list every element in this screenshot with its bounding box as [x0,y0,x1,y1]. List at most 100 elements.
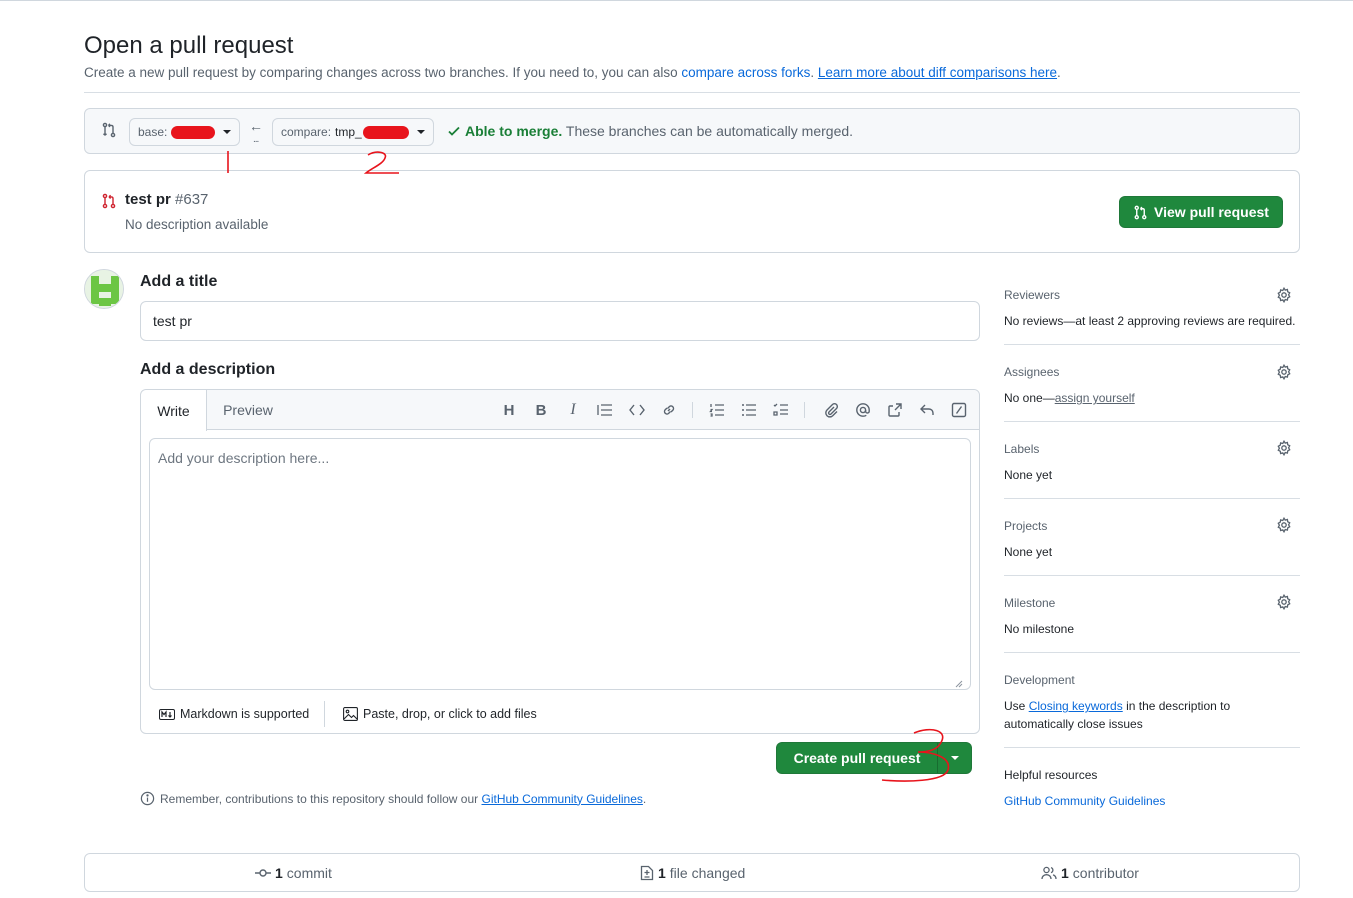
comparison-stats: 1 commit 1 file changed 1 contributor [84,853,1300,892]
toolbar-divider [804,402,805,418]
slash-commands-icon[interactable] [950,401,968,419]
paperclip-icon[interactable] [822,401,840,419]
commits-tab[interactable]: 1 commit [255,865,332,881]
reviewers-value: No reviews—at least 2 approving reviews … [1004,314,1296,328]
view-pull-request-button[interactable]: View pull request [1119,196,1283,228]
labels-heading[interactable]: Labels [1004,442,1039,456]
existing-pr-title[interactable]: test pr #637 [125,191,208,208]
contributors-tab[interactable]: 1 contributor [1041,865,1139,881]
top-border [0,0,1353,1]
sidebar-milestone: Milestone No milestone [1004,576,1300,653]
helpful-guidelines-link[interactable]: GitHub Community Guidelines [1004,794,1165,808]
compare-label: compare: [281,125,332,139]
subtitle-end: . [1057,65,1061,80]
gear-icon[interactable] [1276,287,1292,303]
sidebar-projects: Projects None yet [1004,499,1300,576]
contributors-label: contributor [1072,865,1139,881]
milestone-heading[interactable]: Milestone [1004,596,1055,610]
gear-icon[interactable] [1276,440,1292,456]
resize-handle-icon[interactable] [955,680,963,688]
cross-reference-icon[interactable] [886,401,904,419]
task-list-icon[interactable] [772,401,790,419]
chevron-down-icon [950,756,959,760]
gear-icon[interactable] [1276,364,1292,380]
check-icon [448,126,460,136]
description-textarea[interactable]: Add your description here... [149,438,971,690]
subtitle-text: Create a new pull request by comparing c… [84,65,682,80]
existing-pr-name: test pr [125,191,171,208]
code-icon[interactable] [628,401,646,419]
projects-value: None yet [1004,545,1053,559]
subtitle-period: . [810,65,818,80]
closing-keywords-link[interactable]: Closing keywords [1029,699,1123,713]
contributors-count: 1 [1061,865,1069,881]
reminder-text: Remember, contributions to this reposito… [160,791,482,806]
compare-value: tmp_ [335,125,362,139]
description-editor: Write Preview H B I Add your description… [140,389,980,734]
ordered-list-icon[interactable] [708,401,726,419]
range-editor: base: ← ... compare: tmp_ Able to merge.… [84,108,1300,154]
bold-icon[interactable]: B [532,401,550,419]
title-heading: Add a title [140,273,218,290]
existing-pull-request: test pr #637 No description available Vi… [84,170,1300,253]
projects-heading[interactable]: Projects [1004,519,1047,533]
base-branch-select[interactable]: base: [129,118,240,146]
redacted-compare-branch [362,125,409,139]
labels-value: None yet [1004,468,1053,482]
markdown-supported-link[interactable]: Markdown is supported [159,707,309,721]
merge-status-label: Able to merge. [465,123,563,139]
helpful-resources-heading: Helpful resources [1004,768,1098,782]
sidebar-assignees: Assignees No one—assign yourself [1004,345,1300,422]
assign-yourself-link[interactable]: assign yourself [1055,391,1135,405]
sidebar-development: Development Use Closing keywords in the … [1004,653,1300,748]
page-subtitle: Create a new pull request by comparing c… [84,65,1061,80]
unordered-list-icon[interactable] [740,401,758,419]
compare-forks-link[interactable]: compare across forks [681,65,810,80]
create-options-dropdown[interactable] [938,743,971,773]
reply-icon[interactable] [918,401,936,419]
commit-icon [255,869,271,877]
markdown-icon [159,708,175,720]
editor-footer: Markdown is supported Paste, drop, or cl… [141,695,979,733]
tab-preview[interactable]: Preview [207,390,289,430]
files-changed-tab[interactable]: 1 file changed [640,865,745,881]
attach-files-label: Paste, drop, or click to add files [363,707,537,721]
commits-count: 1 [275,865,283,881]
development-value-line-2: automatically close issues [1004,717,1143,731]
assignees-heading[interactable]: Assignees [1004,365,1059,379]
development-heading: Development [1004,673,1075,687]
header-divider [84,92,1300,93]
files-count: 1 [658,865,666,881]
sidebar-labels: Labels None yet [1004,422,1300,499]
merge-status-detail: These branches can be automatically merg… [562,123,854,139]
view-pull-request-label: View pull request [1154,204,1269,220]
contribution-reminder: Remember, contributions to this reposito… [140,791,646,806]
info-icon [140,791,155,806]
quote-icon[interactable] [596,401,614,419]
gear-icon[interactable] [1276,517,1292,533]
tab-write[interactable]: Write [141,390,207,431]
learn-more-link[interactable]: Learn more about diff comparisons here [818,65,1057,80]
markdown-supported-label: Markdown is supported [180,707,310,721]
avatar[interactable] [84,269,124,309]
mention-icon[interactable] [854,401,872,419]
community-guidelines-link[interactable]: GitHub Community Guidelines [482,792,643,806]
compare-branch-select[interactable]: compare: tmp_ [272,118,434,146]
heading-icon[interactable]: H [500,401,518,419]
gear-icon[interactable] [1276,594,1292,610]
assignees-value: No one—assign yourself [1004,391,1135,405]
editor-toolbar: Write Preview H B I [141,390,979,431]
footer-divider [324,701,325,727]
reviewers-heading[interactable]: Reviewers [1004,288,1060,302]
chevron-down-icon [223,130,231,134]
link-icon[interactable] [660,401,678,419]
title-input[interactable]: test pr [140,301,980,341]
people-icon [1041,866,1057,880]
toolbar-divider [692,402,693,418]
commits-label: commit [286,865,332,881]
attach-files-button[interactable]: Paste, drop, or click to add files [343,707,537,721]
file-diff-icon [640,865,654,881]
create-pull-request-button[interactable]: Create pull request [777,743,937,773]
existing-pr-description: No description available [125,217,269,232]
italic-icon[interactable]: I [564,401,582,419]
